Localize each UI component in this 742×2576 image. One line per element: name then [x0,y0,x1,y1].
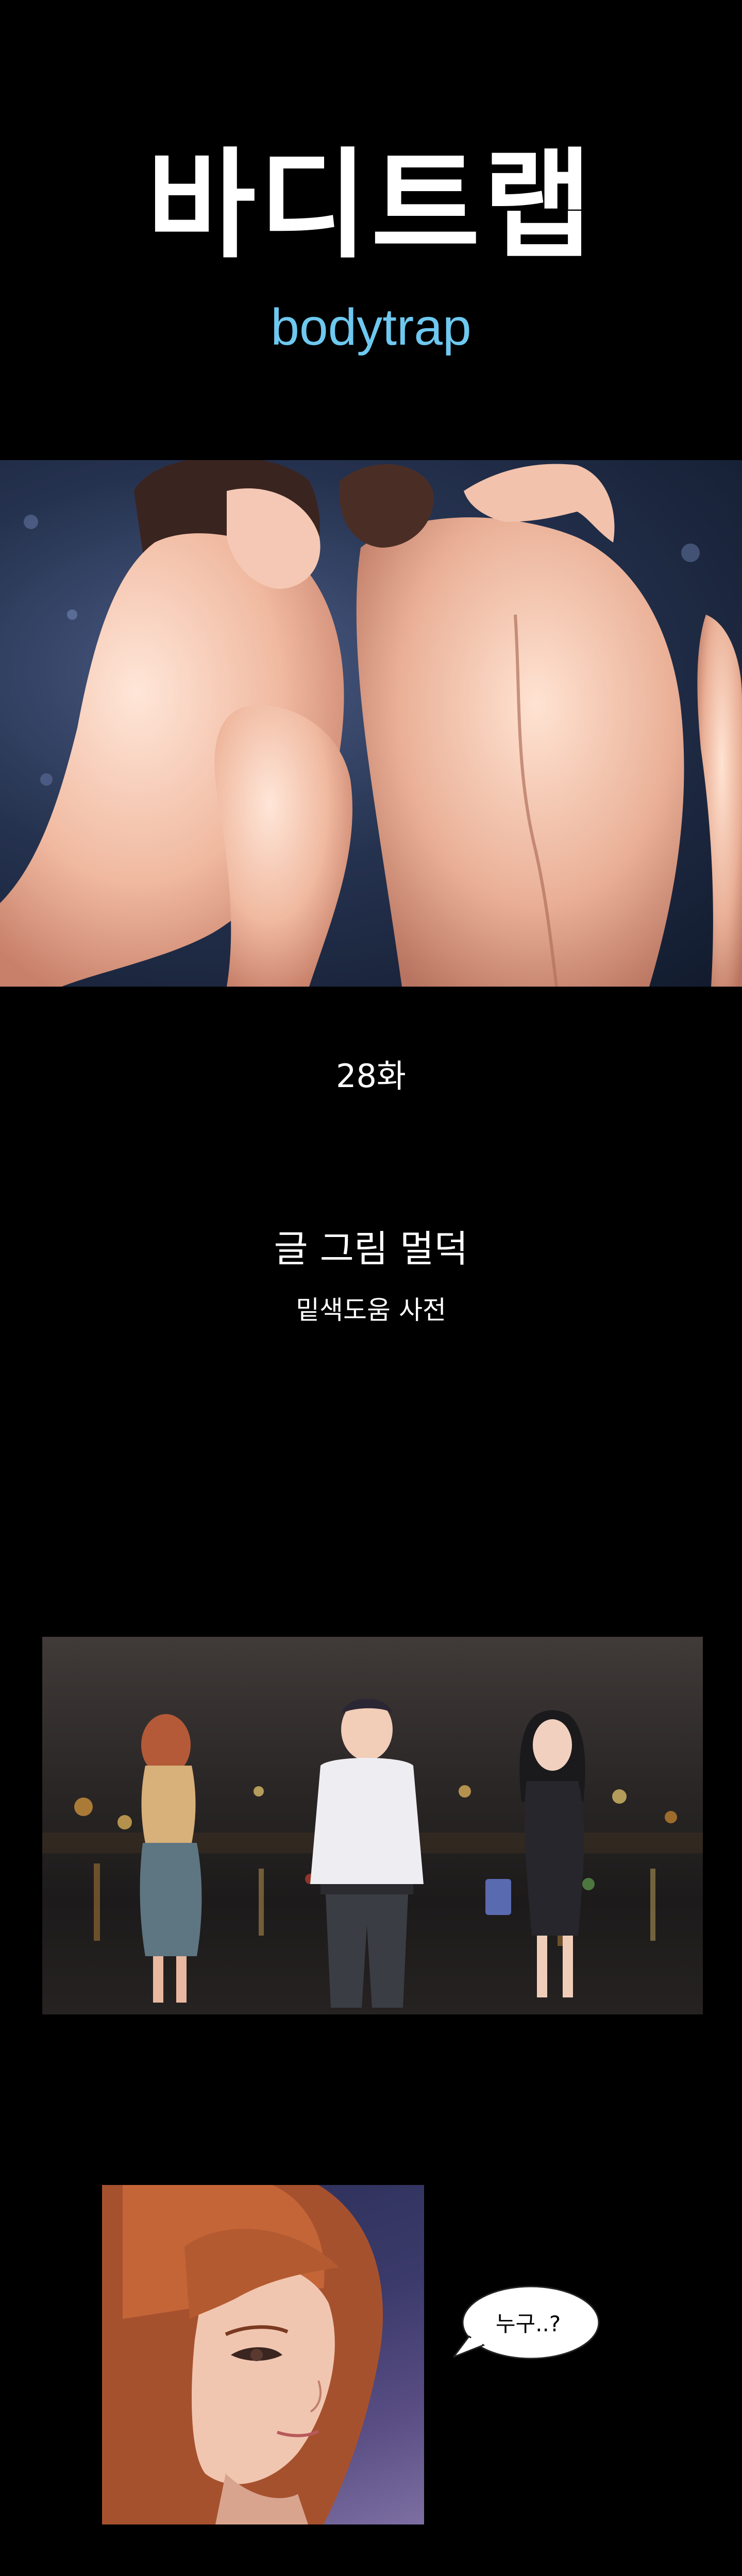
episode-number: 28화 [336,1057,406,1095]
waterfront-scene-panel [42,1637,703,2014]
character-left-woman [140,1714,202,2003]
credits-author: 글 그림 멀덕 [274,1227,468,1270]
closeup-woman [102,2185,383,2524]
speech-bubble-text: 누구..? [495,2311,561,2336]
character-right-woman [485,1710,585,1997]
character-center-man [310,1699,424,2008]
closeup-woman-panel [102,2185,424,2524]
comic-subtitle: bodytrap [271,298,471,356]
cover-illustration-panel [0,460,742,987]
waterfront-scene [42,1699,703,2008]
comic-title: 바디트랩 [146,137,596,275]
cover-illustration [0,460,742,987]
credits-assistant: 밑색도움 사전 [296,1295,446,1325]
